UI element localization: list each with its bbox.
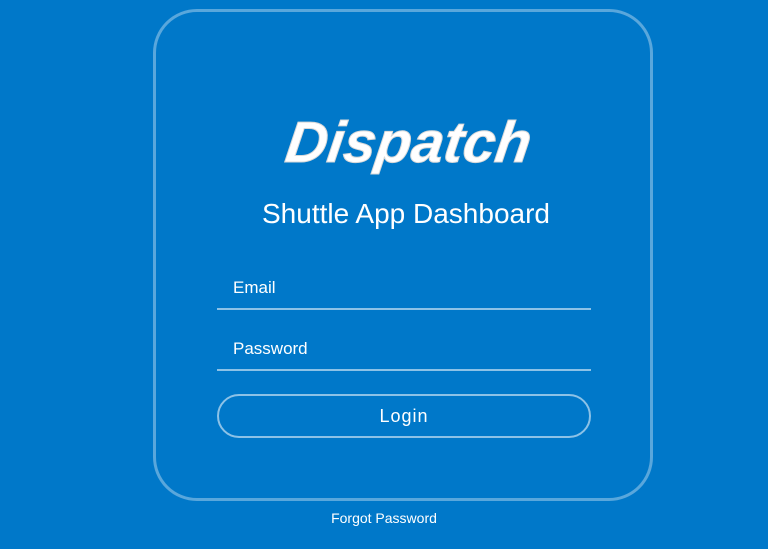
login-card: Dispatch Shuttle App Dashboard Login [153, 9, 653, 501]
password-field [217, 329, 591, 371]
logo-wordmark: Dispatch [281, 110, 536, 176]
email-input[interactable] [217, 268, 591, 308]
page-title: Shuttle App Dashboard [262, 198, 550, 229]
email-field [217, 268, 591, 310]
login-button[interactable]: Login [217, 394, 591, 438]
logo-text: Dispatch [282, 110, 536, 175]
password-input[interactable] [217, 329, 591, 369]
forgot-password-link[interactable]: Forgot Password [0, 510, 768, 526]
dispatch-logo: Dispatch [156, 106, 656, 186]
